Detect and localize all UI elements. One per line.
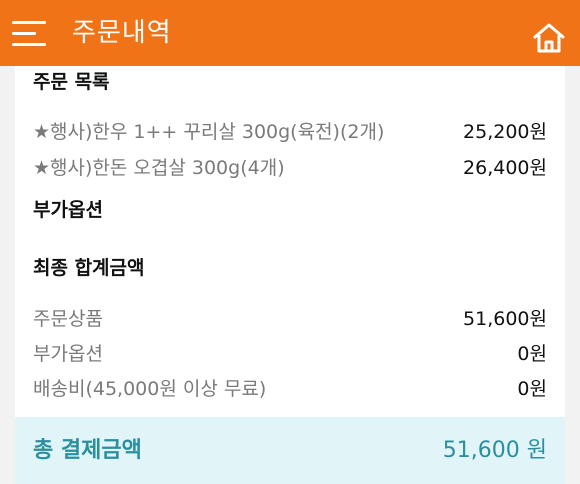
order-item-price: 25,200원 — [463, 121, 547, 143]
summary-row: 부가옵션 0원 — [33, 339, 547, 369]
summary-label: 배송비(45,000원 이상 무료) — [33, 378, 267, 400]
summary-value: 0원 — [517, 343, 547, 365]
summary-row: 주문상품 51,600원 — [33, 304, 547, 334]
summary-value: 51,600원 — [463, 308, 547, 330]
order-item-row: ★행사)한우 1++ 꾸리살 300g(육전)(2개) 25,200원 — [33, 117, 547, 147]
app-header: 주문내역 — [0, 0, 580, 66]
summary-label: 주문상품 — [33, 308, 103, 330]
page-title: 주문내역 — [72, 18, 172, 48]
order-detail-panel: 주문 목록 ★행사)한우 1++ 꾸리살 300g(육전)(2개) 25,200… — [15, 66, 565, 484]
menu-line — [12, 32, 36, 35]
home-icon[interactable] — [532, 22, 566, 54]
total-payment-bar: 총 결제금액 51,600 원 — [15, 417, 565, 484]
order-item-price: 26,400원 — [463, 157, 547, 179]
menu-line — [12, 21, 46, 24]
summary-label: 부가옵션 — [33, 343, 103, 365]
final-total-title: 최종 합계금액 — [33, 257, 145, 279]
order-history-screen: 주문내역 주문 목록 ★행사)한우 1++ 꾸리살 300g(육전)(2개) 2… — [0, 0, 580, 484]
order-item-name: ★행사)한돈 오겹살 300g(4개) — [33, 157, 285, 179]
hamburger-menu-icon[interactable] — [12, 20, 46, 48]
menu-line — [12, 43, 46, 46]
summary-value: 0원 — [517, 378, 547, 400]
options-title: 부가옵션 — [33, 199, 103, 221]
order-item-row: ★행사)한돈 오겹살 300g(4개) 26,400원 — [33, 153, 547, 183]
order-list-title: 주문 목록 — [33, 71, 110, 93]
total-payment-label: 총 결제금액 — [33, 438, 142, 463]
total-payment-value: 51,600 원 — [442, 438, 547, 463]
order-item-name: ★행사)한우 1++ 꾸리살 300g(육전)(2개) — [33, 121, 385, 143]
home-icon-graphic — [533, 23, 565, 53]
summary-row: 배송비(45,000원 이상 무료) 0원 — [33, 374, 547, 404]
